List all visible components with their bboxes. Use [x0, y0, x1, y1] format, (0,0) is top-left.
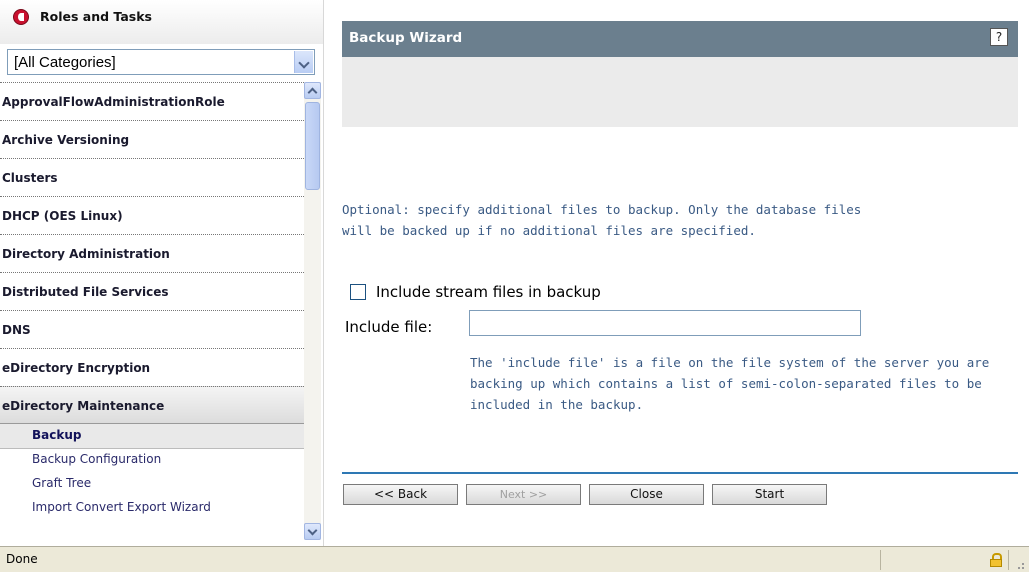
- lock-icon: [990, 553, 1002, 567]
- status-divider: [1008, 550, 1009, 570]
- category-list-scrollbar[interactable]: [304, 82, 321, 540]
- include-file-label: Include file:: [345, 318, 433, 336]
- category-list: ApprovalFlowAdministrationRole Archive V…: [0, 82, 304, 542]
- task-item-selected[interactable]: Backup: [0, 424, 304, 449]
- button-separator: [342, 472, 1018, 474]
- category-label: eDirectory Encryption: [2, 361, 151, 375]
- category-select[interactable]: [All Categories]: [7, 49, 315, 75]
- include-help-line: The 'include file' is a file on the file…: [470, 355, 990, 370]
- stream-files-label[interactable]: Include stream files in backup: [376, 283, 601, 301]
- task-label: Backup: [32, 428, 82, 442]
- roles-and-tasks-panel: Roles and Tasks [All Categories] Approva…: [0, 0, 324, 546]
- scroll-down-icon[interactable]: [304, 523, 321, 540]
- category-label: Distributed File Services: [2, 285, 169, 299]
- optional-text-line: will be backed up if no additional files…: [342, 223, 756, 238]
- category-item-expanded[interactable]: eDirectory Maintenance: [0, 386, 304, 424]
- include-help-line: included in the backup.: [470, 397, 644, 412]
- category-select-value: [All Categories]: [14, 54, 116, 71]
- roles-and-tasks-header: Roles and Tasks: [0, 0, 323, 44]
- wizard-header: Backup Wizard ?: [342, 21, 1018, 57]
- category-label: eDirectory Maintenance: [2, 399, 165, 413]
- status-text: Done: [6, 552, 38, 566]
- task-item[interactable]: Graft Tree: [0, 472, 304, 496]
- optional-instructions: Optional: specify additional files to ba…: [342, 199, 942, 241]
- start-button[interactable]: Start: [712, 484, 827, 505]
- category-label: Clusters: [2, 171, 58, 185]
- stream-files-checkbox[interactable]: [350, 284, 366, 300]
- task-label: Backup Configuration: [32, 452, 162, 466]
- category-label: Archive Versioning: [2, 133, 130, 147]
- category-item[interactable]: Distributed File Services: [0, 272, 304, 310]
- task-item[interactable]: Import Convert Export Wizard: [0, 496, 304, 520]
- task-item[interactable]: Backup Configuration: [0, 448, 304, 472]
- next-button[interactable]: Next >>: [466, 484, 581, 505]
- category-label: ApprovalFlowAdministrationRole: [2, 95, 225, 109]
- include-file-input[interactable]: [469, 310, 861, 336]
- page-title: Backup Wizard: [349, 30, 463, 46]
- task-label: Graft Tree: [32, 476, 92, 490]
- status-divider: [880, 550, 881, 570]
- category-item[interactable]: ApprovalFlowAdministrationRole: [0, 82, 304, 120]
- scroll-up-icon[interactable]: [304, 82, 321, 99]
- resize-grip-icon[interactable]: [1014, 559, 1024, 569]
- back-button[interactable]: << Back: [343, 484, 458, 505]
- wizard-header-band: [342, 57, 1018, 127]
- chevron-down-icon[interactable]: [294, 51, 313, 73]
- task-label: Import Convert Export Wizard: [32, 500, 211, 514]
- category-label: DNS: [2, 323, 31, 337]
- optional-text-line: Optional: specify additional files to ba…: [342, 202, 862, 217]
- scrollbar-thumb[interactable]: [305, 102, 320, 190]
- help-icon[interactable]: ?: [990, 28, 1008, 46]
- include-file-help: The 'include file' is a file on the file…: [470, 352, 1020, 415]
- close-button[interactable]: Close: [589, 484, 704, 505]
- include-help-line: backing up which contains a list of semi…: [470, 376, 982, 391]
- category-item[interactable]: eDirectory Encryption: [0, 348, 304, 386]
- category-item[interactable]: DNS: [0, 310, 304, 348]
- category-item[interactable]: Archive Versioning: [0, 120, 304, 158]
- status-bar: Done: [0, 546, 1029, 572]
- category-label: DHCP (OES Linux): [2, 209, 123, 223]
- category-item[interactable]: DHCP (OES Linux): [0, 196, 304, 234]
- category-label: Directory Administration: [2, 247, 170, 261]
- category-item[interactable]: Directory Administration: [0, 234, 304, 272]
- category-item[interactable]: Clusters: [0, 158, 304, 196]
- roles-and-tasks-title: Roles and Tasks: [40, 9, 152, 24]
- roles-logo-icon: [13, 9, 29, 25]
